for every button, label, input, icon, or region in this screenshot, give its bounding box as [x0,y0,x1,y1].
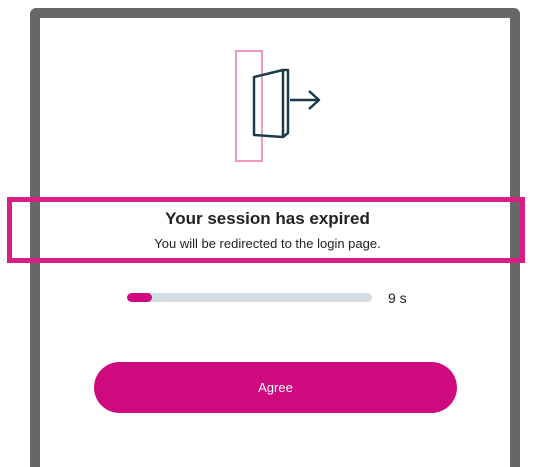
dialog-title: Your session has expired [165,209,370,228]
dialog-message: You will be redirected to the login page… [154,236,381,251]
message-highlight-box [7,197,525,263]
door-exit-icon [228,47,324,167]
agree-button[interactable]: Agree [94,362,457,413]
countdown-progress-bar [127,293,372,302]
countdown-timer: 9 s [388,290,407,306]
countdown-progress-fill [127,293,152,302]
